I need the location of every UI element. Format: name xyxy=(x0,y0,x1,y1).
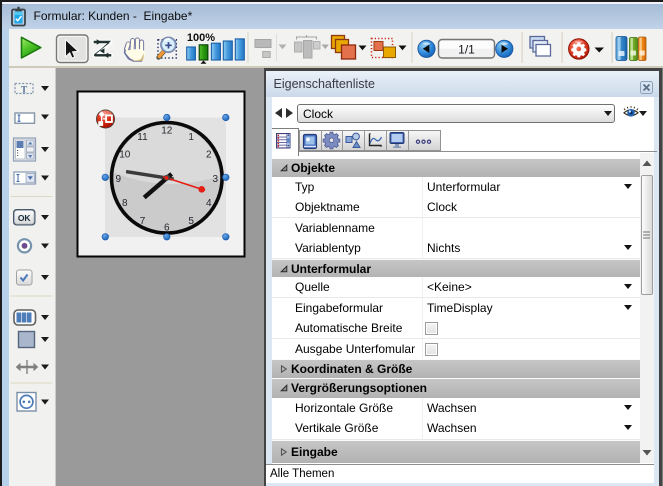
svg-text:9: 9 xyxy=(115,173,121,184)
svg-text:7: 7 xyxy=(139,215,145,226)
svg-text:100%: 100% xyxy=(187,32,215,44)
svg-text:1/1: 1/1 xyxy=(458,42,475,56)
svg-text:12: 12 xyxy=(161,125,173,136)
svg-text:6: 6 xyxy=(164,222,170,233)
svg-text:11: 11 xyxy=(137,131,148,142)
svg-text:OK: OK xyxy=(17,213,31,223)
svg-text:T: T xyxy=(20,85,27,95)
svg-text:1: 1 xyxy=(188,131,194,142)
svg-text:4: 4 xyxy=(206,198,212,209)
svg-text:2: 2 xyxy=(206,149,212,160)
svg-text:3: 3 xyxy=(212,173,218,184)
svg-text:5: 5 xyxy=(188,215,194,226)
svg-text:8: 8 xyxy=(122,198,128,209)
svg-text:10: 10 xyxy=(119,149,131,160)
